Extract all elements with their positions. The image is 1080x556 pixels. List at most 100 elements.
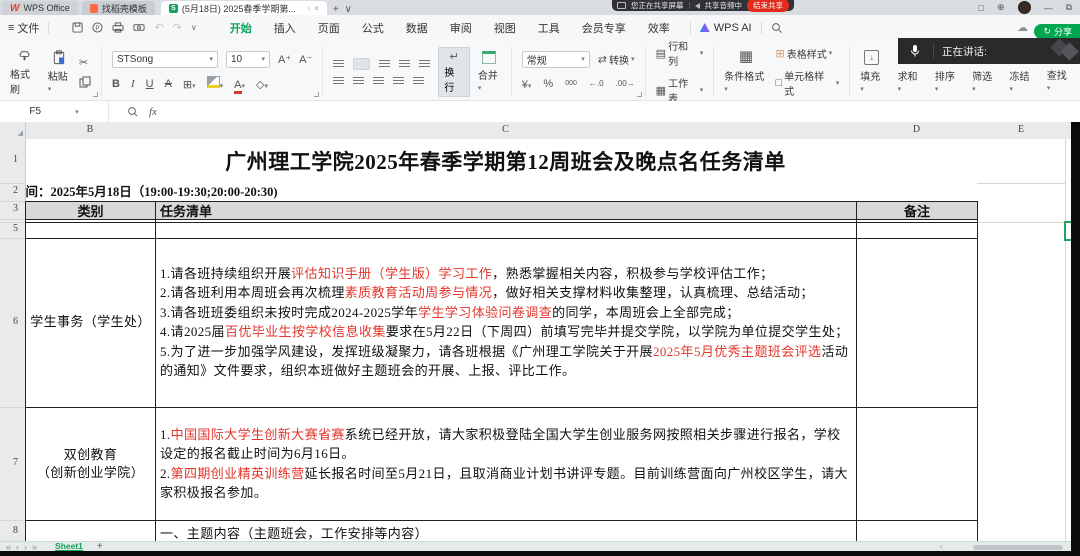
decrease-decimal-icon[interactable]: ←.0 [589, 79, 604, 88]
column-header-c[interactable]: C [155, 124, 856, 135]
percent-icon[interactable]: % [543, 78, 553, 90]
file-menu-button[interactable]: ≡ 文件 [8, 20, 39, 36]
font-size-select[interactable]: 10 ▾ [226, 51, 270, 68]
font-color-icon[interactable]: A▾ [234, 75, 245, 93]
dialog-launcher-icon[interactable] [93, 92, 98, 97]
row-number[interactable]: 6 [0, 316, 18, 327]
tab-list-icon[interactable]: ∨ [345, 4, 352, 15]
task-cell-innovation[interactable]: 1.中国国际大学生创新大赛省赛系统已经开放，请大家积极登陆全国大学生创业服务网按… [160, 407, 850, 520]
customize-toolbar-icon[interactable]: ∨ [191, 23, 197, 32]
redo-icon[interactable]: ↷ [173, 21, 182, 34]
undo-icon[interactable]: ↶ [154, 21, 163, 34]
export-pdf-icon[interactable]: P [92, 22, 103, 33]
template-tab[interactable]: 找稻壳模板 [82, 1, 155, 15]
category-cell-student-affairs[interactable]: 学生事务（学生处） [26, 238, 155, 406]
distribute-icon[interactable] [413, 77, 424, 85]
wps-ai-button[interactable]: WPS AI [700, 22, 752, 34]
font-family-select[interactable]: STSong ▾ [112, 51, 218, 68]
share-button[interactable]: ↻ 分享 [1034, 24, 1080, 39]
row-number[interactable]: 8 [0, 525, 18, 536]
align-top-center-icon[interactable] [353, 58, 370, 70]
bold-icon[interactable]: B [112, 78, 120, 90]
header-category-cell[interactable]: 类别 [26, 201, 155, 219]
task-cell-student-affairs[interactable]: 1.请各班持续组织开展评估知识手册（学生版）学习工作，熟悉掌握相关内容，积极参与… [160, 238, 850, 406]
tab-data[interactable]: 数据 [395, 20, 439, 36]
sheet-grid[interactable]: 1 2 3 5 6 7 8 广州理工学院2025年春季学期第12周班会及晚点名任… [0, 139, 1080, 541]
row-number[interactable]: 2 [0, 185, 18, 196]
select-all-cell[interactable]: ◢ [0, 122, 26, 138]
wrap-text-button[interactable]: ↵ 换行 [438, 47, 470, 97]
tab-tools[interactable]: 工具 [527, 20, 571, 36]
align-top-left-icon[interactable] [333, 60, 344, 68]
number-format-select[interactable]: 常规 ▾ [522, 51, 590, 68]
tab-view[interactable]: 视图 [483, 20, 527, 36]
tab-close-icon[interactable]: × [314, 4, 319, 13]
justify-icon[interactable] [393, 77, 404, 85]
scroll-left-icon[interactable]: ‹ [940, 542, 943, 551]
dialog-launcher-icon[interactable] [637, 92, 642, 97]
merge-cells-button[interactable]: 合并▾ [478, 51, 501, 93]
footer-line-cell[interactable]: 一、主题内容（主题班会，工作安排等内容） [160, 523, 428, 541]
align-center-icon[interactable] [353, 77, 364, 85]
cloud-sync-icon[interactable]: ☁ [1017, 21, 1028, 34]
copy-icon[interactable] [79, 76, 91, 88]
tab-formula[interactable]: 公式 [351, 20, 395, 36]
row-number[interactable]: 1 [0, 154, 18, 165]
tab-member[interactable]: 会员专享 [571, 20, 637, 36]
strikethrough-icon[interactable]: A [165, 78, 172, 90]
underline-icon[interactable]: U [146, 78, 154, 90]
globe-icon[interactable]: ⊕ [997, 2, 1005, 13]
row-number[interactable]: 5 [0, 223, 18, 234]
save-icon[interactable] [72, 22, 83, 33]
tab-page[interactable]: 页面 [307, 20, 351, 36]
search-icon[interactable] [771, 22, 783, 34]
align-left-icon[interactable] [333, 77, 344, 85]
tab-home[interactable]: 开始 [219, 20, 263, 36]
decrease-indent-icon[interactable] [399, 60, 410, 68]
stop-share-button[interactable]: 结束共享 [747, 0, 789, 12]
currency-icon[interactable]: ¥▾ [522, 75, 532, 93]
tab-insert[interactable]: 插入 [263, 20, 307, 36]
category-cell-innovation[interactable]: 双创教育 （创新创业学院） [26, 407, 155, 520]
convert-button[interactable]: ⇄转换▾ [598, 52, 635, 67]
print-preview-icon[interactable] [133, 22, 145, 33]
row-number[interactable]: 7 [0, 457, 18, 468]
tab-review[interactable]: 审阅 [439, 20, 483, 36]
insert-function-search-icon[interactable] [127, 106, 139, 118]
avatar[interactable] [1018, 1, 1031, 14]
paste-button[interactable]: 粘贴▾ [48, 50, 71, 94]
add-sheet-icon[interactable]: + [97, 543, 103, 551]
new-tab-button[interactable]: + [333, 4, 339, 15]
italic-icon[interactable]: I [131, 78, 135, 90]
thousand-separator-icon[interactable]: 000 [565, 80, 577, 87]
increase-decimal-icon[interactable]: .00→ [616, 79, 635, 88]
rows-cols-button[interactable]: ▤行和列▾ [656, 38, 704, 68]
header-remark-cell[interactable]: 备注 [857, 201, 977, 219]
minimize-icon[interactable]: — [1044, 3, 1053, 13]
conditional-format-button[interactable]: ▦ 条件格式▾ [724, 49, 767, 94]
wps-home-tab[interactable]: W WPS Office [2, 1, 78, 15]
cut-icon[interactable]: ✂ [79, 56, 91, 69]
row-number[interactable]: 3 [0, 203, 18, 214]
column-header-b[interactable]: B [25, 124, 155, 135]
fx-label[interactable]: fx [149, 106, 157, 118]
name-box[interactable]: F5 ▾ [0, 101, 109, 122]
fill-button[interactable]: ↓ 填充▾ [860, 50, 883, 94]
decrease-font-icon[interactable]: A⁻ [299, 53, 312, 66]
highlight-color-icon[interactable]: ▾ [207, 75, 224, 93]
align-top-right-icon[interactable] [379, 60, 390, 68]
layout-icon[interactable]: □ [979, 3, 984, 13]
header-tasks-cell[interactable]: 任务清单 [156, 201, 856, 219]
increase-indent-icon[interactable] [419, 60, 430, 68]
column-header-e[interactable]: E [977, 124, 1065, 135]
dialog-launcher-icon[interactable] [314, 92, 319, 97]
time-cell[interactable]: 时间：2025年5月18日（19:00-19:30;20:00-20:30) [25, 183, 545, 201]
cell-style-button[interactable]: □单元格样式▾ [776, 68, 840, 98]
column-header-d[interactable]: D [856, 124, 977, 135]
sheet-title-cell[interactable]: 广州理工学院2025年春季学期第12周班会及晚点名任务清单 [155, 139, 856, 183]
align-right-icon[interactable] [373, 77, 384, 85]
table-style-button[interactable]: ⊞表格样式▾ [776, 46, 840, 61]
tab-efficiency[interactable]: 效率 [637, 20, 681, 36]
restore-icon[interactable]: ⧉ [1066, 2, 1072, 13]
fill-color-icon[interactable]: ◇▾ [256, 75, 268, 93]
